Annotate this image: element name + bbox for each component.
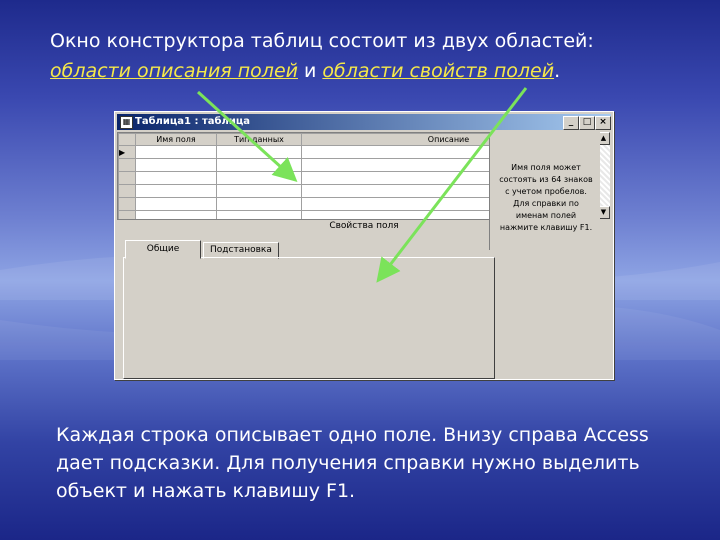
heading-line1: Окно конструктора таблиц состоит из двух… (50, 30, 594, 52)
hint-text: Имя поля может состоять из 64 знаков с у… (499, 163, 593, 232)
data-type-cell[interactable] (216, 184, 302, 198)
data-type-cell[interactable] (216, 158, 302, 172)
tab-general[interactable]: Общие (125, 240, 201, 259)
field-name-cell[interactable] (135, 197, 217, 211)
table-design-window[interactable]: ▦ Таблица1 : таблица _ □ × Имя поля Тип … (114, 111, 614, 380)
row-marker-icon: ▶ (119, 147, 126, 157)
window-title: Таблица1 : таблица (135, 116, 250, 127)
heading-mid: и (297, 60, 323, 82)
field-name-cell[interactable] (135, 158, 217, 172)
maximize-button[interactable]: □ (579, 116, 595, 130)
explanation-text: Каждая строка описывает одно поле. Внизу… (56, 424, 649, 502)
data-type-cell[interactable] (216, 210, 302, 219)
row-selector[interactable] (118, 171, 136, 185)
data-type-cell[interactable] (216, 197, 302, 211)
slide-heading: Окно конструктора таблиц состоит из двух… (50, 26, 700, 86)
window-titlebar[interactable]: ▦ Таблица1 : таблица _ □ × (117, 114, 611, 130)
field-properties-area: Общие Подстановка (123, 240, 609, 379)
row-selector[interactable] (118, 184, 136, 198)
close-button[interactable]: × (595, 116, 611, 130)
heading-part2: области свойств полей (322, 60, 555, 82)
row-selector[interactable] (118, 210, 136, 219)
row-selector[interactable] (118, 158, 136, 172)
field-name-cell[interactable] (135, 184, 217, 198)
heading-part1: области описания полей (50, 60, 298, 82)
minimize-button[interactable]: _ (563, 116, 579, 130)
field-name-cell[interactable] (135, 171, 217, 185)
field-name-cell[interactable] (135, 210, 217, 219)
table-icon: ▦ (120, 116, 133, 129)
column-header-data-type[interactable]: Тип данных (216, 133, 302, 146)
field-name-cell[interactable] (135, 145, 217, 159)
data-type-cell[interactable] (216, 145, 302, 159)
data-type-cell[interactable] (216, 171, 302, 185)
heading-end: . (554, 60, 561, 82)
row-selector[interactable]: ▶ (118, 145, 136, 159)
column-header-field-name[interactable]: Имя поля (135, 133, 217, 146)
properties-panel (123, 257, 495, 379)
row-selector[interactable] (118, 197, 136, 211)
selector-header (118, 133, 136, 146)
hint-panel: Имя поля может состоять из 64 знаков с у… (489, 132, 600, 250)
